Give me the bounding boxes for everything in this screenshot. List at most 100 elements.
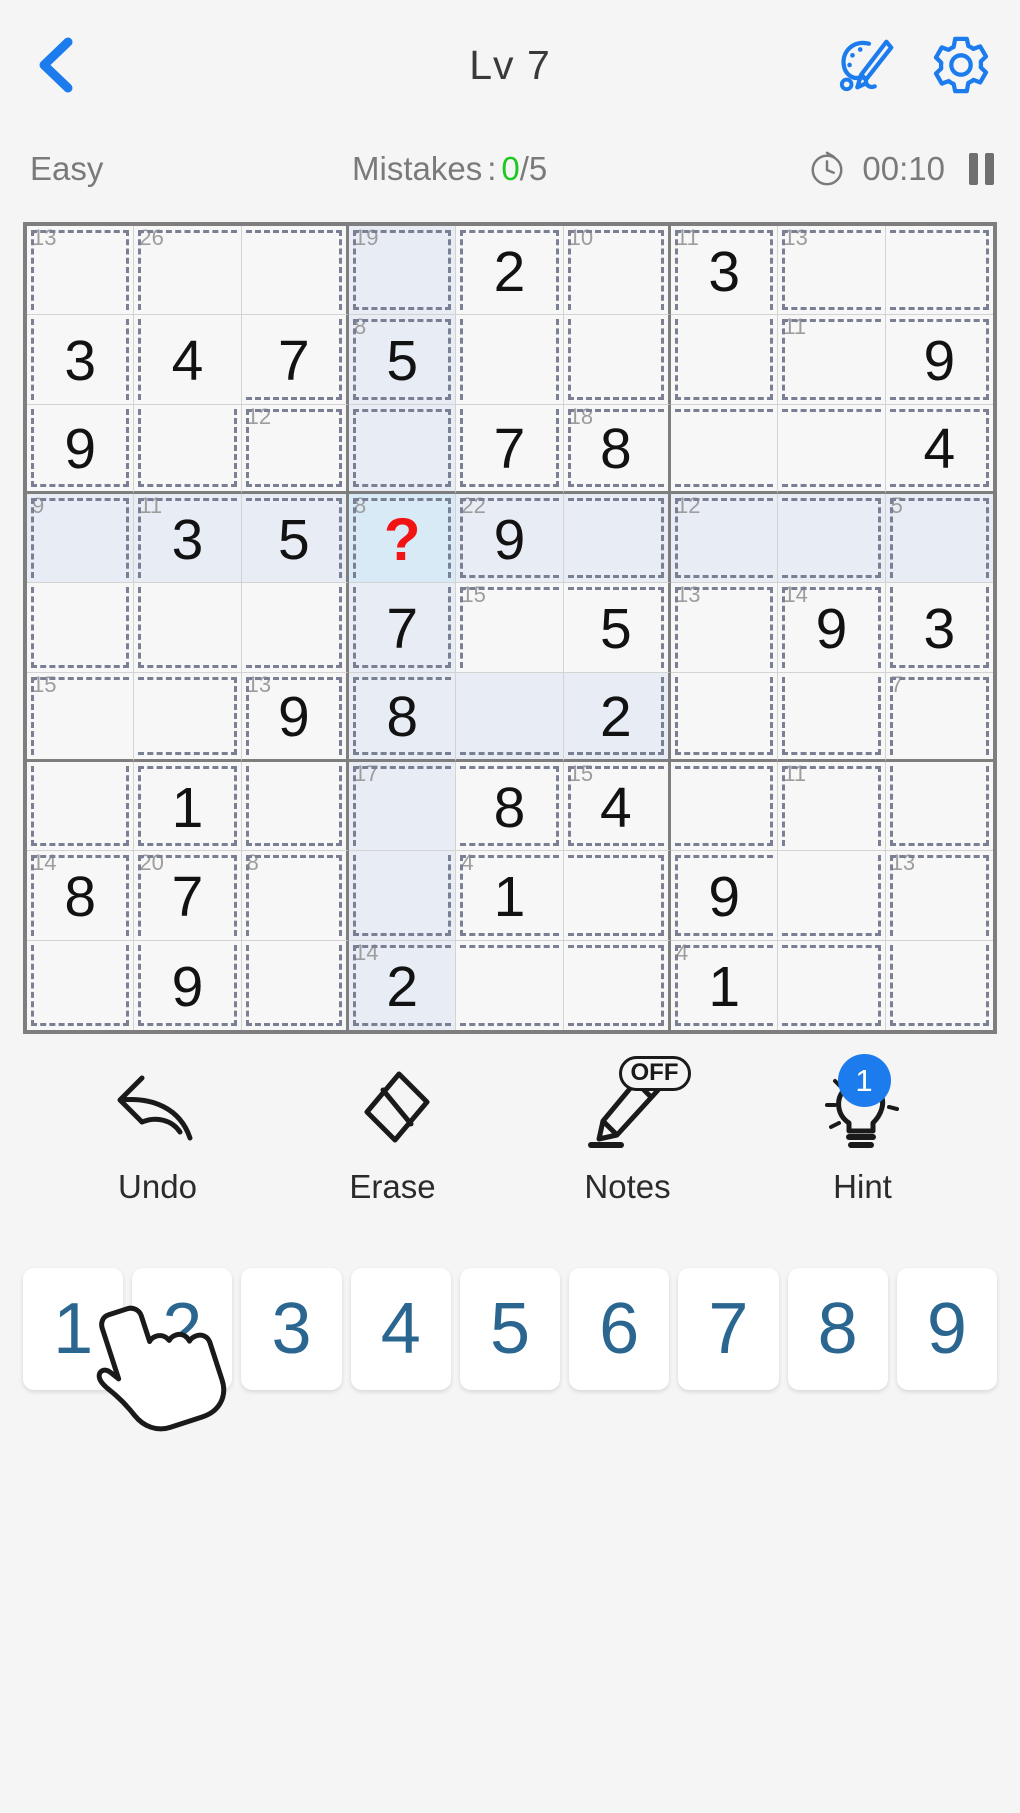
grid-cell-r7c6[interactable]: 15 4 bbox=[563, 762, 671, 852]
grid-cell-r4c2[interactable]: 11 3 bbox=[134, 494, 242, 584]
grid-cell-r3c5[interactable]: 7 bbox=[456, 404, 564, 494]
hint-button[interactable]: 1 Hint bbox=[763, 1054, 963, 1206]
numpad-key-3[interactable]: 3 bbox=[241, 1268, 342, 1390]
grid-cell-r2c4[interactable]: 85 bbox=[349, 315, 457, 405]
grid-cell-r8c1[interactable]: 14 8 bbox=[27, 851, 135, 941]
numpad-key-1[interactable]: 1 bbox=[23, 1268, 124, 1390]
grid-cell-r7c2[interactable]: 1 bbox=[134, 762, 242, 852]
grid-cell-r8c7[interactable]: 9 bbox=[671, 851, 779, 941]
grid-cell-r3c8[interactable] bbox=[778, 404, 886, 494]
grid-cell-r7c4[interactable]: 17 bbox=[349, 762, 457, 852]
grid-cell-r5c5[interactable]: 15 bbox=[456, 583, 564, 673]
grid-cell-r8c3[interactable]: 8 bbox=[241, 851, 349, 941]
grid-cell-r3c1[interactable]: 9 bbox=[27, 404, 135, 494]
grid-cell-r1c3[interactable] bbox=[241, 226, 349, 316]
grid-cell-r9c7[interactable]: 41 bbox=[671, 940, 779, 1030]
grid-cell-r9c6[interactable] bbox=[563, 940, 671, 1030]
grid-cell-r6c7[interactable] bbox=[671, 672, 779, 762]
grid-cell-r4c1[interactable]: 9 bbox=[27, 494, 135, 584]
grid-cell-r2c1[interactable]: 3 bbox=[27, 315, 135, 405]
grid-cell-r8c2[interactable]: 20 7 bbox=[134, 851, 242, 941]
grid-cell-r6c4[interactable]: 8 bbox=[349, 672, 457, 762]
grid-cell-r1c6[interactable]: 10 bbox=[563, 226, 671, 316]
grid-cell-r1c5[interactable]: 2 bbox=[456, 226, 564, 316]
grid-cell-r7c8[interactable]: 11 bbox=[778, 762, 886, 852]
cage-border-bottom bbox=[675, 932, 774, 936]
grid-cell-r2c7[interactable] bbox=[671, 315, 779, 405]
numpad-key-7[interactable]: 7 bbox=[678, 1268, 779, 1390]
numpad-key-4[interactable]: 4 bbox=[350, 1268, 451, 1390]
grid-cell-r2c2[interactable]: 4 bbox=[134, 315, 242, 405]
erase-button[interactable]: Erase bbox=[293, 1058, 493, 1206]
grid-cell-r3c6[interactable]: 18 8 bbox=[563, 404, 671, 494]
grid-cell-r5c3[interactable] bbox=[241, 583, 349, 673]
undo-button[interactable]: Undo bbox=[58, 1058, 258, 1206]
grid-cell-r9c4[interactable]: 14 2 bbox=[349, 940, 457, 1030]
grid-cell-r6c6[interactable]: 2 bbox=[563, 672, 671, 762]
grid-cell-r4c5[interactable]: 22 9 bbox=[456, 494, 564, 584]
grid-cell-r8c9[interactable]: 13 bbox=[885, 851, 993, 941]
grid-cell-r7c1[interactable] bbox=[27, 762, 135, 852]
grid-cell-r6c2[interactable] bbox=[134, 672, 242, 762]
back-button[interactable] bbox=[28, 29, 86, 101]
grid-cell-r4c8[interactable] bbox=[778, 494, 886, 584]
numpad-key-9[interactable]: 9 bbox=[896, 1268, 997, 1390]
grid-cell-r3c4[interactable] bbox=[349, 404, 457, 494]
notes-button[interactable]: OFF Notes bbox=[528, 1056, 728, 1206]
grid-cell-r5c4[interactable]: 7 bbox=[349, 583, 457, 673]
grid-cell-r2c5[interactable] bbox=[456, 315, 564, 405]
grid-cell-r5c1[interactable] bbox=[27, 583, 135, 673]
grid-cell-r6c5[interactable] bbox=[456, 672, 564, 762]
grid-cell-r8c8[interactable] bbox=[778, 851, 886, 941]
grid-cell-r9c9[interactable] bbox=[885, 940, 993, 1030]
grid-cell-r4c3[interactable]: 5 bbox=[241, 494, 349, 584]
grid-cell-r5c6[interactable]: 5 bbox=[563, 583, 671, 673]
grid-cell-r1c9[interactable] bbox=[885, 226, 993, 316]
grid-cell-r7c5[interactable]: 8 bbox=[456, 762, 564, 852]
grid-cell-r6c3[interactable]: 13 9 bbox=[241, 672, 349, 762]
grid-cell-r9c1[interactable] bbox=[27, 940, 135, 1030]
grid-cell-r2c9[interactable]: 9 bbox=[885, 315, 993, 405]
grid-cell-r4c7[interactable]: 12 bbox=[671, 494, 779, 584]
grid-cell-r8c5[interactable]: 41 bbox=[456, 851, 564, 941]
grid-cell-r7c9[interactable] bbox=[885, 762, 993, 852]
grid-cell-r5c7[interactable]: 13 bbox=[671, 583, 779, 673]
grid-cell-r7c3[interactable] bbox=[241, 762, 349, 852]
grid-cell-r2c8[interactable]: 11 bbox=[778, 315, 886, 405]
grid-cell-r3c7[interactable] bbox=[671, 404, 779, 494]
grid-cell-r3c9[interactable]: 4 bbox=[885, 404, 993, 494]
pause-button[interactable] bbox=[969, 153, 994, 185]
grid-cell-r8c6[interactable] bbox=[563, 851, 671, 941]
grid-cell-r2c6[interactable] bbox=[563, 315, 671, 405]
grid-cell-r8c4[interactable] bbox=[349, 851, 457, 941]
grid-cell-r1c8[interactable]: 13 bbox=[778, 226, 886, 316]
sudoku-board[interactable]: 13 26 19 2 10 11 3 13 3 4 7 8 5 11 9 9 12 7 18 8 4 9 11 3 5 8? 22 9… bbox=[23, 222, 997, 1034]
grid-cell-r9c8[interactable] bbox=[778, 940, 886, 1030]
grid-cell-r4c9[interactable]: 5 bbox=[885, 494, 993, 584]
settings-button[interactable] bbox=[930, 34, 992, 96]
grid-cell-r3c2[interactable] bbox=[134, 404, 242, 494]
grid-cell-r6c9[interactable]: 7 bbox=[885, 672, 993, 762]
grid-cell-r5c9[interactable]: 3 bbox=[885, 583, 993, 673]
grid-cell-r6c1[interactable]: 15 bbox=[27, 672, 135, 762]
grid-cell-r2c3[interactable]: 7 bbox=[241, 315, 349, 405]
grid-cell-r9c2[interactable]: 9 bbox=[134, 940, 242, 1030]
grid-cell-r4c4[interactable]: 8? bbox=[349, 494, 457, 584]
grid-cell-r1c1[interactable]: 13 bbox=[27, 226, 135, 316]
grid-cell-r3c3[interactable]: 12 bbox=[241, 404, 349, 494]
numpad-key-6[interactable]: 6 bbox=[569, 1268, 670, 1390]
grid-cell-r1c7[interactable]: 11 3 bbox=[671, 226, 779, 316]
grid-cell-r1c2[interactable]: 26 bbox=[134, 226, 242, 316]
numpad-key-2[interactable]: 2 bbox=[132, 1268, 233, 1390]
grid-cell-r9c3[interactable] bbox=[241, 940, 349, 1030]
grid-cell-r5c8[interactable]: 14 9 bbox=[778, 583, 886, 673]
grid-cell-r7c7[interactable] bbox=[671, 762, 779, 852]
grid-cell-r1c4[interactable]: 19 bbox=[349, 226, 457, 316]
numpad-key-8[interactable]: 8 bbox=[787, 1268, 888, 1390]
numpad-key-5[interactable]: 5 bbox=[459, 1268, 561, 1390]
grid-cell-r4c6[interactable] bbox=[563, 494, 671, 584]
grid-cell-r5c2[interactable] bbox=[134, 583, 242, 673]
theme-button[interactable] bbox=[836, 34, 898, 96]
grid-cell-r9c5[interactable] bbox=[456, 940, 564, 1030]
grid-cell-r6c8[interactable] bbox=[778, 672, 886, 762]
